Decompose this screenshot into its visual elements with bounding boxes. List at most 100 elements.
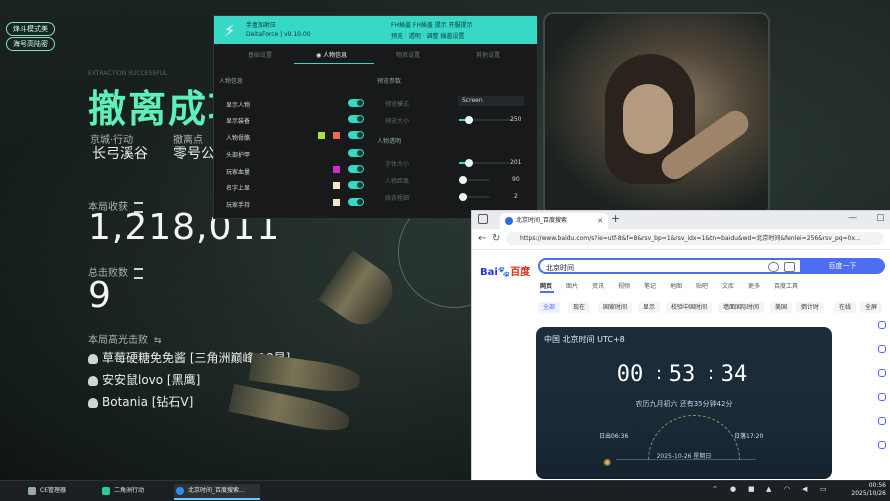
- row-label: 字体大小: [385, 161, 410, 168]
- show-player-toggle[interactable]: [348, 99, 364, 107]
- nav-item[interactable]: 贴吧: [696, 281, 708, 290]
- filter-chip[interactable]: 美国: [770, 302, 793, 313]
- row-label: 玩家血量: [226, 169, 251, 176]
- side-tool-icon[interactable]: [878, 321, 886, 329]
- side-tool-icon[interactable]: [878, 417, 886, 425]
- tray-arrow-icon[interactable]: ⌃: [712, 485, 718, 493]
- font-size-slider[interactable]: [459, 159, 509, 167]
- side-tool-icon[interactable]: [878, 393, 886, 401]
- beijing-time-card: 中国 北京时间 UTC+8 00 : 53 : 34 农历九月初六 还有35分钟…: [536, 327, 832, 479]
- taskbar-clock[interactable]: 00:56 2025/10/26: [838, 482, 886, 498]
- url-input[interactable]: https://www.baidu.com/s?ie=utf-8&f=8&rsv…: [506, 232, 884, 245]
- color-swatch[interactable]: [333, 182, 340, 189]
- active-tab-indicator: [294, 63, 374, 64]
- filter-chip[interactable]: 国家时间: [598, 302, 633, 313]
- baidu-logo[interactable]: Bai🐾百度: [480, 263, 530, 278]
- preview-size-value: 250: [510, 116, 522, 123]
- filter-chip[interactable]: 在线: [834, 302, 857, 313]
- taskbar-item-game[interactable]: 二角洲行动: [100, 484, 178, 498]
- weapon-toggle[interactable]: [348, 198, 364, 206]
- row-label: 预览大小: [385, 118, 410, 125]
- search-button[interactable]: 百度一下: [800, 258, 885, 274]
- filter-chip[interactable]: 全屏: [860, 302, 883, 313]
- color-swatch[interactable]: [318, 132, 325, 139]
- color-swatch[interactable]: [333, 166, 340, 173]
- mode-tag-2: 海号高陆密: [6, 37, 55, 51]
- overlay-settings-panel[interactable]: ⚡ 手盒加射压 DeltaForce | v9.10.00 FH插盖 FH插盖 …: [213, 15, 538, 219]
- side-tool-icon[interactable]: [878, 441, 886, 449]
- tray-app-icon[interactable]: ■: [748, 485, 755, 493]
- tray-app-icon[interactable]: ●: [730, 485, 736, 493]
- head-armor-toggle[interactable]: [348, 149, 364, 157]
- skull-icon: [88, 375, 98, 386]
- battery-icon[interactable]: ▭: [820, 485, 827, 493]
- tab-items[interactable]: 物资设置: [396, 50, 420, 59]
- color-swatch[interactable]: [333, 199, 340, 206]
- taskbar-item-browser[interactable]: 北京时间_百度搜索...: [174, 484, 260, 500]
- nav-item[interactable]: 笔记: [644, 281, 656, 290]
- filter-chip[interactable]: 全部: [538, 302, 561, 313]
- header-text: FH插盖 FH插盖 提示 开服提示: [391, 22, 473, 29]
- maximize-icon[interactable]: ▢: [876, 213, 885, 223]
- map-value: 长弓溪谷: [92, 146, 148, 162]
- point-value: 零号公: [173, 146, 215, 162]
- nav-item[interactable]: 地图: [670, 281, 682, 290]
- row-label: 人物距离: [385, 178, 410, 185]
- nav-item[interactable]: 网页: [540, 281, 552, 290]
- teammate-row: 安安鼠lovo [黑鹰]: [88, 371, 200, 388]
- nav-item[interactable]: 更多: [748, 281, 760, 290]
- color-swatch[interactable]: [333, 132, 340, 139]
- back-icon[interactable]: ←: [478, 233, 486, 244]
- refresh-icon[interactable]: ↻: [492, 233, 500, 244]
- side-tool-icon[interactable]: [878, 369, 886, 377]
- browser-window[interactable]: 北京时间_百度搜索 ✕ + — ▢ ← ↻ https://www.baidu.…: [471, 210, 890, 482]
- filter-chip[interactable]: 墙面国际时间: [718, 302, 765, 313]
- nav-item[interactable]: 文库: [722, 281, 734, 290]
- volume-icon[interactable]: ◀: [802, 485, 807, 493]
- health-toggle[interactable]: [348, 165, 364, 173]
- distance-value: 90: [512, 176, 520, 183]
- tab-other[interactable]: 其他设置: [476, 50, 500, 59]
- clock-seconds: 34: [720, 362, 748, 387]
- browser-tab[interactable]: 北京时间_百度搜索 ✕: [500, 213, 608, 229]
- clock-colon: :: [708, 363, 715, 384]
- show-gear-toggle[interactable]: [348, 115, 364, 123]
- section-preview: 预览参数: [377, 78, 402, 85]
- active-nav-indicator: [540, 291, 554, 293]
- filter-chip[interactable]: 显示: [638, 302, 661, 313]
- side-tool-icon[interactable]: [878, 345, 886, 353]
- window-menu-icon[interactable]: [478, 214, 488, 224]
- tray-app-icon[interactable]: ▲: [766, 485, 771, 493]
- clock-date-line: 农历九月初六 还有35分钟42分: [635, 400, 733, 408]
- distance-slider[interactable]: [459, 176, 489, 184]
- nav-item[interactable]: 视频: [618, 281, 630, 290]
- skull-icon: [88, 353, 98, 364]
- new-tab-icon[interactable]: +: [611, 212, 620, 225]
- filter-chip[interactable]: 现在: [568, 302, 591, 313]
- status-faint-text: EXTRACTION SUCCESSFUL: [88, 70, 168, 77]
- minimize-icon[interactable]: —: [848, 213, 857, 223]
- tab-basic[interactable]: 基础设置: [248, 50, 272, 59]
- image-search-icon[interactable]: [784, 262, 795, 272]
- header-text: 预览 · 透明 · 调整 插盖设置: [391, 33, 465, 40]
- nav-item[interactable]: 百度工具: [774, 281, 798, 290]
- filter-chip[interactable]: 校验中国时间: [666, 302, 713, 313]
- row-label: 名字上显: [226, 185, 251, 192]
- nav-item[interactable]: 资讯: [592, 281, 604, 290]
- wifi-icon[interactable]: ◠: [784, 485, 790, 493]
- preview-size-slider[interactable]: [459, 116, 514, 124]
- search-input[interactable]: 北京时间: [538, 258, 800, 274]
- line-width-slider[interactable]: [459, 193, 489, 201]
- skeleton-toggle[interactable]: [348, 131, 364, 139]
- teammate-row: Botania [钻石V]: [88, 393, 193, 410]
- filter-chip[interactable]: 倒计时: [796, 302, 825, 313]
- nav-item[interactable]: 图片: [566, 281, 578, 290]
- swap-icon: ⇆: [154, 336, 162, 346]
- close-tab-icon[interactable]: ✕: [597, 213, 603, 229]
- clear-icon[interactable]: [768, 262, 779, 272]
- name-toggle[interactable]: [348, 181, 364, 189]
- tab-people[interactable]: ◉ 人物信息: [316, 50, 347, 59]
- taskbar-item-ce[interactable]: CE管理器: [26, 484, 104, 498]
- address-bar: ← ↻ https://www.baidu.com/s?ie=utf-8&f=8…: [472, 229, 890, 250]
- preview-mode-select[interactable]: Screen: [458, 96, 524, 106]
